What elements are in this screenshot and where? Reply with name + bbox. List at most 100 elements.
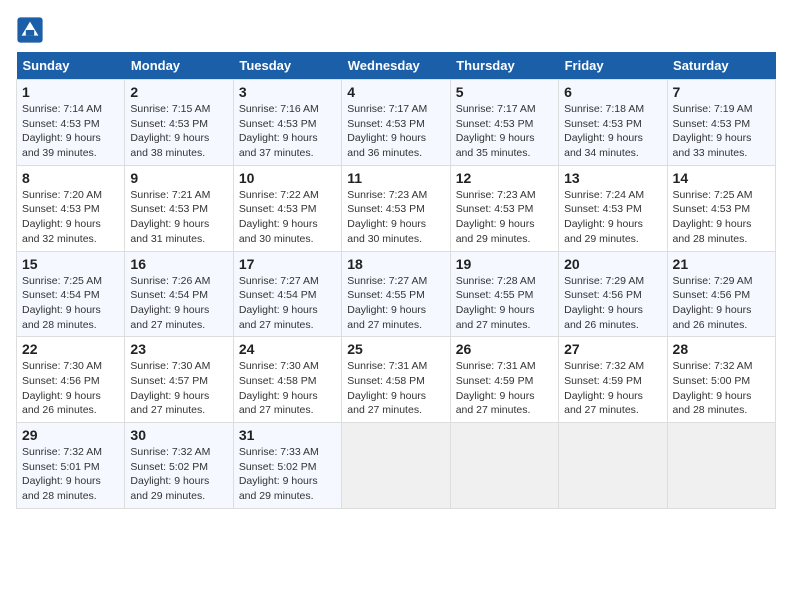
col-header-saturday: Saturday bbox=[667, 52, 775, 80]
day-number: 2 bbox=[130, 84, 227, 100]
day-info: Sunrise: 7:24 AM Sunset: 4:53 PM Dayligh… bbox=[564, 188, 661, 247]
day-cell: 26Sunrise: 7:31 AM Sunset: 4:59 PM Dayli… bbox=[450, 337, 558, 423]
day-number: 4 bbox=[347, 84, 444, 100]
day-info: Sunrise: 7:23 AM Sunset: 4:53 PM Dayligh… bbox=[456, 188, 553, 247]
day-number: 17 bbox=[239, 256, 336, 272]
day-number: 7 bbox=[673, 84, 770, 100]
day-cell: 25 Sunrise: 7:31 AM Sunset: 4:58 PM Dayli… bbox=[342, 337, 450, 423]
day-info: Sunrise: 7:26 AM Sunset: 4:54 PM Dayligh… bbox=[130, 274, 227, 333]
day-number: 19 bbox=[456, 256, 553, 272]
day-info: Sunrise: 7:30 AM Sunset: 4:57 PM Dayligh… bbox=[130, 359, 227, 418]
day-number: 11 bbox=[347, 170, 444, 186]
day-cell: 17 Sunrise: 7:27 AM Sunset: 4:54 PM Dayli… bbox=[233, 251, 341, 337]
day-cell: 20Sunrise: 7:29 AM Sunset: 4:56 PM Dayli… bbox=[559, 251, 667, 337]
day-number: 6 bbox=[564, 84, 661, 100]
header-row: SundayMondayTuesdayWednesdayThursdayFrid… bbox=[17, 52, 776, 80]
day-info: Sunrise: 7:25 AM Sunset: 4:53 PM Dayligh… bbox=[673, 188, 770, 247]
day-info: Sunrise: 7:23 AM Sunset: 4:53 PM Dayligh… bbox=[347, 188, 444, 247]
day-number: 29 bbox=[22, 427, 119, 443]
day-info: Sunrise: 7:16 AM Sunset: 4:53 PM Dayligh… bbox=[239, 102, 336, 161]
day-cell: 28Sunrise: 7:32 AM Sunset: 5:00 PM Dayli… bbox=[667, 337, 775, 423]
day-info: Sunrise: 7:28 AM Sunset: 4:55 PM Dayligh… bbox=[456, 274, 553, 333]
day-cell: 30 Sunrise: 7:32 AM Sunset: 5:02 PM Dayli… bbox=[125, 423, 233, 509]
day-number: 10 bbox=[239, 170, 336, 186]
day-cell: 11 Sunrise: 7:23 AM Sunset: 4:53 PM Dayli… bbox=[342, 165, 450, 251]
calendar-table: SundayMondayTuesdayWednesdayThursdayFrid… bbox=[16, 52, 776, 509]
day-cell: 24Sunrise: 7:30 AM Sunset: 4:58 PM Dayli… bbox=[233, 337, 341, 423]
day-number: 14 bbox=[673, 170, 770, 186]
week-row-3: 15Sunrise: 7:25 AM Sunset: 4:54 PM Dayli… bbox=[17, 251, 776, 337]
day-number: 12 bbox=[456, 170, 553, 186]
day-cell: 1Sunrise: 7:14 AM Sunset: 4:53 PM Daylig… bbox=[17, 80, 125, 166]
day-info: Sunrise: 7:18 AM Sunset: 4:53 PM Dayligh… bbox=[564, 102, 661, 161]
week-row-1: 1Sunrise: 7:14 AM Sunset: 4:53 PM Daylig… bbox=[17, 80, 776, 166]
day-info: Sunrise: 7:21 AM Sunset: 4:53 PM Dayligh… bbox=[130, 188, 227, 247]
day-cell bbox=[667, 423, 775, 509]
day-cell bbox=[342, 423, 450, 509]
day-info: Sunrise: 7:27 AM Sunset: 4:55 PM Dayligh… bbox=[347, 274, 444, 333]
day-number: 28 bbox=[673, 341, 770, 357]
day-number: 9 bbox=[130, 170, 227, 186]
day-number: 21 bbox=[673, 256, 770, 272]
day-cell: 13 Sunrise: 7:24 AM Sunset: 4:53 PM Dayli… bbox=[559, 165, 667, 251]
day-cell: 31 Sunrise: 7:33 AM Sunset: 5:02 PM Dayli… bbox=[233, 423, 341, 509]
day-info: Sunrise: 7:27 AM Sunset: 4:54 PM Dayligh… bbox=[239, 274, 336, 333]
day-info: Sunrise: 7:32 AM Sunset: 5:02 PM Dayligh… bbox=[130, 445, 227, 504]
day-number: 27 bbox=[564, 341, 661, 357]
day-number: 16 bbox=[130, 256, 227, 272]
day-number: 8 bbox=[22, 170, 119, 186]
day-cell: 10 Sunrise: 7:22 AM Sunset: 4:53 PM Dayli… bbox=[233, 165, 341, 251]
day-cell: 4 Sunrise: 7:17 AM Sunset: 4:53 PM Daylig… bbox=[342, 80, 450, 166]
day-cell: 19 Sunrise: 7:28 AM Sunset: 4:55 PM Dayli… bbox=[450, 251, 558, 337]
day-cell: 27 Sunrise: 7:32 AM Sunset: 4:59 PM Dayli… bbox=[559, 337, 667, 423]
logo bbox=[16, 16, 48, 44]
day-info: Sunrise: 7:17 AM Sunset: 4:53 PM Dayligh… bbox=[456, 102, 553, 161]
col-header-monday: Monday bbox=[125, 52, 233, 80]
col-header-thursday: Thursday bbox=[450, 52, 558, 80]
logo-icon bbox=[16, 16, 44, 44]
week-row-5: 29 Sunrise: 7:32 AM Sunset: 5:01 PM Dayli… bbox=[17, 423, 776, 509]
day-cell bbox=[559, 423, 667, 509]
day-cell: 7 Sunrise: 7:19 AM Sunset: 4:53 PM Daylig… bbox=[667, 80, 775, 166]
day-cell: 22 Sunrise: 7:30 AM Sunset: 4:56 PM Dayli… bbox=[17, 337, 125, 423]
day-info: Sunrise: 7:30 AM Sunset: 4:56 PM Dayligh… bbox=[22, 359, 119, 418]
col-header-sunday: Sunday bbox=[17, 52, 125, 80]
day-number: 15 bbox=[22, 256, 119, 272]
day-info: Sunrise: 7:29 AM Sunset: 4:56 PM Dayligh… bbox=[673, 274, 770, 333]
day-cell: 16 Sunrise: 7:26 AM Sunset: 4:54 PM Dayli… bbox=[125, 251, 233, 337]
col-header-tuesday: Tuesday bbox=[233, 52, 341, 80]
day-info: Sunrise: 7:15 AM Sunset: 4:53 PM Dayligh… bbox=[130, 102, 227, 161]
col-header-wednesday: Wednesday bbox=[342, 52, 450, 80]
day-info: Sunrise: 7:22 AM Sunset: 4:53 PM Dayligh… bbox=[239, 188, 336, 247]
day-cell: 3 Sunrise: 7:16 AM Sunset: 4:53 PM Daylig… bbox=[233, 80, 341, 166]
day-cell: 12 Sunrise: 7:23 AM Sunset: 4:53 PM Dayli… bbox=[450, 165, 558, 251]
day-cell: 29 Sunrise: 7:32 AM Sunset: 5:01 PM Dayli… bbox=[17, 423, 125, 509]
day-info: Sunrise: 7:20 AM Sunset: 4:53 PM Dayligh… bbox=[22, 188, 119, 247]
day-cell bbox=[450, 423, 558, 509]
day-cell: 2 Sunrise: 7:15 AM Sunset: 4:53 PM Daylig… bbox=[125, 80, 233, 166]
day-info: Sunrise: 7:32 AM Sunset: 5:01 PM Dayligh… bbox=[22, 445, 119, 504]
header bbox=[16, 16, 776, 44]
day-info: Sunrise: 7:29 AM Sunset: 4:56 PM Dayligh… bbox=[564, 274, 661, 333]
day-info: Sunrise: 7:19 AM Sunset: 4:53 PM Dayligh… bbox=[673, 102, 770, 161]
day-number: 3 bbox=[239, 84, 336, 100]
day-number: 31 bbox=[239, 427, 336, 443]
day-info: Sunrise: 7:17 AM Sunset: 4:53 PM Dayligh… bbox=[347, 102, 444, 161]
day-number: 1 bbox=[22, 84, 119, 100]
day-number: 30 bbox=[130, 427, 227, 443]
week-row-2: 8 Sunrise: 7:20 AM Sunset: 4:53 PM Daylig… bbox=[17, 165, 776, 251]
day-number: 22 bbox=[22, 341, 119, 357]
week-row-4: 22 Sunrise: 7:30 AM Sunset: 4:56 PM Dayli… bbox=[17, 337, 776, 423]
day-info: Sunrise: 7:33 AM Sunset: 5:02 PM Dayligh… bbox=[239, 445, 336, 504]
day-cell: 5Sunrise: 7:17 AM Sunset: 4:53 PM Daylig… bbox=[450, 80, 558, 166]
day-info: Sunrise: 7:30 AM Sunset: 4:58 PM Dayligh… bbox=[239, 359, 336, 418]
day-info: Sunrise: 7:32 AM Sunset: 4:59 PM Dayligh… bbox=[564, 359, 661, 418]
day-cell: 6 Sunrise: 7:18 AM Sunset: 4:53 PM Daylig… bbox=[559, 80, 667, 166]
day-info: Sunrise: 7:31 AM Sunset: 4:58 PM Dayligh… bbox=[347, 359, 444, 418]
day-cell: 23Sunrise: 7:30 AM Sunset: 4:57 PM Dayli… bbox=[125, 337, 233, 423]
day-cell: 9 Sunrise: 7:21 AM Sunset: 4:53 PM Daylig… bbox=[125, 165, 233, 251]
day-number: 25 bbox=[347, 341, 444, 357]
day-cell: 14 Sunrise: 7:25 AM Sunset: 4:53 PM Dayli… bbox=[667, 165, 775, 251]
day-number: 13 bbox=[564, 170, 661, 186]
day-number: 18 bbox=[347, 256, 444, 272]
